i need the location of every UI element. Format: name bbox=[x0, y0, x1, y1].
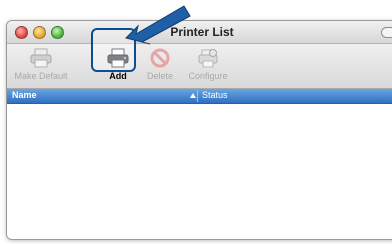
printer-list-window: Printer List Make Default Add Delete Con… bbox=[6, 20, 392, 240]
column-header: Name Status bbox=[7, 89, 392, 104]
delete-label: Delete bbox=[146, 71, 173, 81]
zoom-window-button[interactable] bbox=[51, 26, 64, 39]
printer-list[interactable] bbox=[7, 104, 392, 239]
minimize-window-button[interactable] bbox=[33, 26, 46, 39]
add-label: Add bbox=[109, 71, 127, 81]
delete-icon bbox=[150, 48, 170, 68]
close-window-button[interactable] bbox=[15, 26, 28, 39]
delete-button[interactable]: Delete bbox=[143, 48, 177, 81]
make-default-button[interactable]: Make Default bbox=[13, 48, 69, 81]
make-default-label: Make Default bbox=[14, 71, 68, 81]
printer-icon bbox=[30, 48, 52, 68]
column-name-header[interactable]: Name bbox=[12, 90, 37, 100]
column-divider[interactable] bbox=[197, 90, 198, 102]
configure-button[interactable]: Configure bbox=[183, 48, 233, 81]
configure-label: Configure bbox=[188, 71, 228, 81]
configure-icon bbox=[198, 49, 218, 68]
sort-ascending-icon bbox=[190, 93, 196, 98]
toolbar: Make Default Add Delete Configure bbox=[7, 44, 392, 89]
toolbar-toggle-button[interactable] bbox=[381, 27, 392, 38]
column-status-header[interactable]: Status bbox=[202, 90, 228, 100]
callout-arrow-icon bbox=[125, 5, 191, 45]
